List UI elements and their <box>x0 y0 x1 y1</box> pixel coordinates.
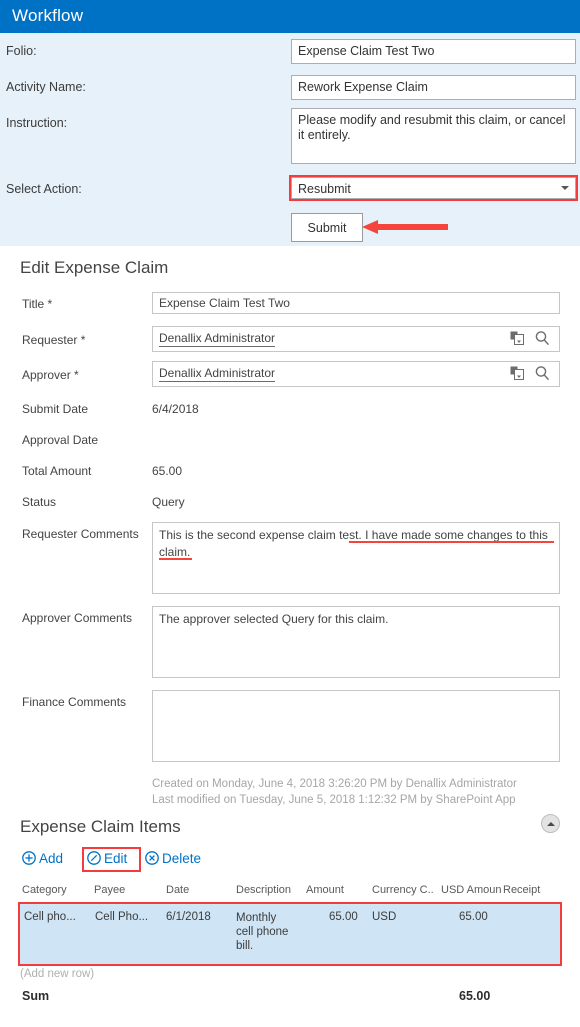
last-modified-text: Last modified on Tuesday, June 5, 2018 1… <box>152 794 516 806</box>
created-on-text: Created on Monday, June 4, 2018 3:26:20 … <box>152 778 517 790</box>
edit-item-button[interactable]: Edit <box>87 851 127 868</box>
requester-comments-underline-2 <box>159 558 192 560</box>
column-header-amount: Amount <box>306 884 344 896</box>
instruction-label: Instruction: <box>6 116 67 130</box>
select-action-dropdown[interactable]: Resubmit <box>291 177 576 199</box>
cell-date: 6/1/2018 <box>166 911 211 923</box>
address-book-icon[interactable] <box>510 366 525 384</box>
delete-item-label: Delete <box>162 851 201 866</box>
column-header-description: Description <box>236 884 291 896</box>
approver-comments-label: Approver Comments <box>22 611 132 625</box>
sum-value: 65.00 <box>459 989 490 1003</box>
activity-name-field[interactable]: Rework Expense Claim <box>291 75 576 100</box>
address-book-icon[interactable] <box>510 331 525 349</box>
status-label: Status <box>22 495 56 509</box>
submit-button[interactable]: Submit <box>291 213 363 242</box>
cell-category: Cell pho... <box>24 911 76 923</box>
status-value: Query <box>152 495 185 509</box>
expense-claim-items-title: Expense Claim Items <box>20 817 181 837</box>
activity-name-label: Activity Name: <box>6 80 86 94</box>
chevron-up-icon <box>547 822 555 826</box>
edit-item-label: Edit <box>104 851 127 866</box>
submit-date-value: 6/4/2018 <box>152 402 199 416</box>
add-new-row-link[interactable]: (Add new row) <box>20 968 94 980</box>
workflow-title: Workflow <box>12 6 83 26</box>
submit-date-label: Submit Date <box>22 402 88 416</box>
requester-label: Requester * <box>22 333 85 347</box>
requester-value: Denallix Administrator <box>159 331 275 347</box>
approval-date-label: Approval Date <box>22 433 98 447</box>
column-header-category: Category <box>22 884 67 896</box>
folio-field[interactable]: Expense Claim Test Two <box>291 39 576 64</box>
select-action-label: Select Action: <box>6 182 82 196</box>
cell-description: Monthly cell phone bill. <box>236 911 290 953</box>
requester-comments-underline-1 <box>349 541 554 543</box>
column-header-usd-amount: USD Amoun <box>441 884 502 896</box>
column-header-receipt: Receipt <box>503 884 540 896</box>
column-header-date: Date <box>166 884 189 896</box>
finance-comments-textarea[interactable] <box>152 690 560 762</box>
add-item-button[interactable]: Add <box>22 851 63 868</box>
collapse-section-button[interactable] <box>541 814 560 833</box>
title-input[interactable]: Expense Claim Test Two <box>152 292 560 314</box>
select-action-value: Resubmit <box>298 182 351 196</box>
title-label: Title * <box>22 297 52 311</box>
workflow-header-bar: Workflow <box>0 0 580 33</box>
column-header-currency: Currency C.. <box>372 884 434 896</box>
edit-expense-claim-title: Edit Expense Claim <box>20 258 168 278</box>
delete-item-button[interactable]: Delete <box>145 851 201 868</box>
folio-label: Folio: <box>6 44 37 58</box>
instruction-field[interactable]: Please modify and resubmit this claim, o… <box>291 108 576 164</box>
cell-payee: Cell Pho... <box>95 911 148 923</box>
approver-comments-textarea[interactable]: The approver selected Query for this cla… <box>152 606 560 678</box>
total-amount-label: Total Amount <box>22 464 91 478</box>
add-item-label: Add <box>39 851 63 866</box>
finance-comments-label: Finance Comments <box>22 695 126 709</box>
approver-value: Denallix Administrator <box>159 366 275 382</box>
search-icon[interactable] <box>534 330 551 350</box>
circle-pencil-icon <box>87 851 101 868</box>
cell-usd-amount: 65.00 <box>459 911 488 923</box>
approver-label: Approver * <box>22 368 79 382</box>
cell-amount: 65.00 <box>329 911 358 923</box>
requester-comments-textarea[interactable]: This is the second expense claim test. I… <box>152 522 560 594</box>
cell-currency: USD <box>372 911 396 923</box>
chevron-down-icon <box>561 186 569 190</box>
requester-comments-label: Requester Comments <box>22 527 139 541</box>
circle-x-icon <box>145 851 159 868</box>
circle-plus-icon <box>22 851 36 868</box>
search-icon[interactable] <box>534 365 551 385</box>
approver-people-picker[interactable]: Denallix Administrator <box>152 361 560 387</box>
requester-people-picker[interactable]: Denallix Administrator <box>152 326 560 352</box>
sum-label: Sum <box>22 989 49 1003</box>
submit-pointer-arrow <box>362 220 448 234</box>
column-header-payee: Payee <box>94 884 125 896</box>
total-amount-value: 65.00 <box>152 464 182 478</box>
